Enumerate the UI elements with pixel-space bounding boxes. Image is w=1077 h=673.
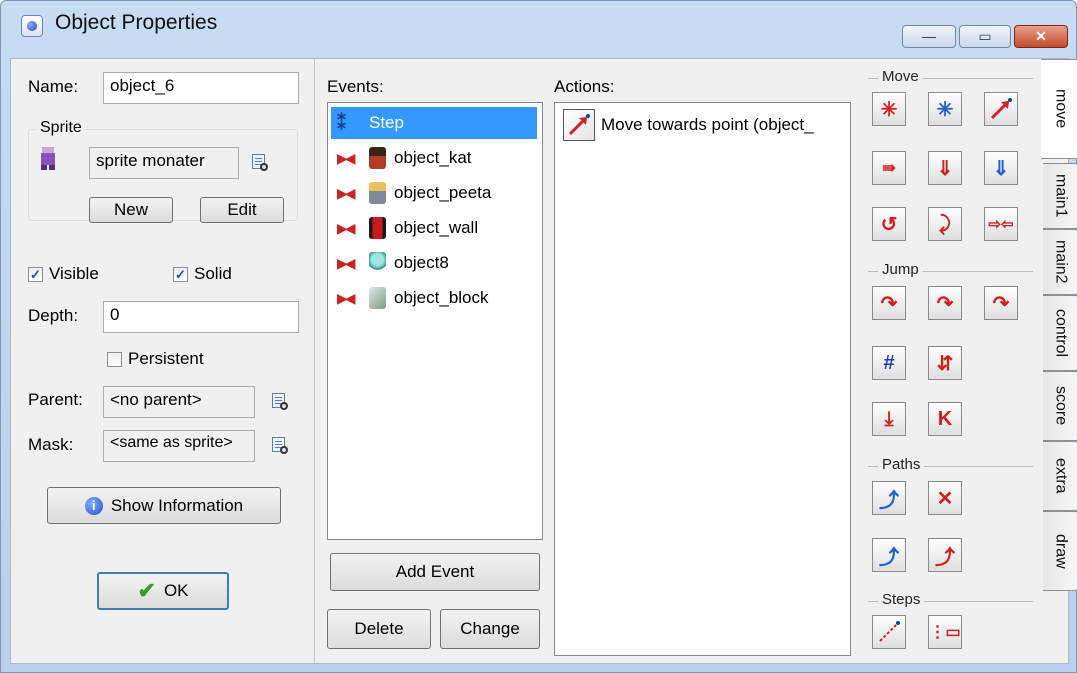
events-header: Events: [327, 77, 384, 96]
speed-vertical-icon[interactable]: ⇓ [928, 151, 962, 185]
delete-event-button[interactable]: Delete [327, 609, 431, 649]
peeta-sprite-icon [369, 182, 386, 204]
mask-browse-icon[interactable] [271, 436, 291, 456]
jump-section-label: Jump [878, 261, 923, 278]
parent-field[interactable]: <no parent> [103, 386, 255, 418]
info-icon: i [84, 496, 103, 515]
tab-draw[interactable]: draw [1043, 511, 1077, 591]
visible-check-icon: ✓ [28, 266, 43, 282]
align-to-grid-icon[interactable]: # [872, 346, 906, 380]
actions-list[interactable]: Move towards point (object_ [554, 102, 851, 656]
tab-control[interactable]: control [1043, 295, 1077, 371]
set-path-icon[interactable]: ⤴ [872, 481, 906, 515]
close-button[interactable]: ✕ [1014, 25, 1068, 48]
move-free-icon[interactable]: ✳ [928, 92, 962, 126]
dialog-body: Name: object_6 Sprite sprite monater New… [10, 58, 1077, 664]
move-towards-icon [563, 109, 595, 141]
jump-to-position-icon[interactable]: ↷ [872, 286, 906, 320]
tab-main2[interactable]: main2 [1043, 229, 1077, 295]
visible-checkbox[interactable]: ✓ Visible [28, 264, 99, 284]
path-speed-icon[interactable]: ⤴ [928, 538, 962, 572]
collision-icon: ▶◀ [337, 219, 356, 236]
event-item-object-peeta[interactable]: ▶◀ object_peeta [331, 177, 537, 209]
action-item-move-towards[interactable]: Move towards point (object_ [601, 115, 846, 135]
app-icon [21, 15, 43, 37]
jump-to-random-icon[interactable]: ↷ [984, 286, 1018, 320]
paths-section-label: Paths [878, 456, 925, 473]
event-item-step[interactable]: ⁑ Step [331, 107, 537, 139]
event-item-object-kat[interactable]: ▶◀ object_kat [331, 142, 537, 174]
persistent-check-icon [107, 351, 122, 367]
add-event-button[interactable]: Add Event [330, 553, 540, 591]
persistent-checkbox[interactable]: Persistent [107, 349, 204, 369]
parent-browse-icon[interactable] [271, 392, 291, 412]
wrap-screen-icon[interactable]: ⇵ [928, 346, 962, 380]
move-fixed-icon[interactable]: ✳ [872, 92, 906, 126]
block-sprite-icon [369, 287, 386, 309]
title-bar[interactable]: Object Properties — ▭ ✕ [1, 1, 1076, 51]
mask-field[interactable]: <same as sprite> [103, 430, 255, 462]
bounce-icon[interactable]: K [928, 402, 962, 436]
collision-icon: ▶◀ [337, 289, 356, 306]
set-friction-icon[interactable]: ⇨⇦ [984, 207, 1018, 241]
tab-score[interactable]: score [1043, 371, 1077, 441]
collision-icon: ▶◀ [337, 254, 356, 271]
event-item-object8[interactable]: ▶◀ object8 [331, 247, 537, 279]
event-item-object-block[interactable]: ▶◀ object_block [331, 282, 537, 314]
kat-sprite-icon [369, 147, 386, 169]
solid-checkbox[interactable]: ✓ Solid [173, 264, 232, 284]
wall-sprite-icon [369, 217, 386, 239]
depth-label: Depth: [28, 306, 79, 325]
checkmark-icon: ✔ [137, 578, 156, 603]
steps-section-label: Steps [878, 591, 925, 608]
panel-divider [314, 59, 315, 663]
parent-label: Parent: [28, 390, 83, 409]
end-path-icon[interactable]: ✕ [928, 481, 962, 515]
new-sprite-button[interactable]: New [89, 197, 173, 223]
reverse-horizontal-icon[interactable]: ↺ [872, 207, 906, 241]
name-label: Name: [28, 77, 79, 96]
tab-move[interactable]: move [1041, 59, 1077, 159]
change-event-button[interactable]: Change [440, 609, 540, 649]
path-position-icon[interactable]: ⤴ [872, 538, 906, 572]
move-to-contact-icon[interactable]: ⤓ [872, 402, 906, 436]
speed-horizontal-icon[interactable]: ⇛ [872, 151, 906, 185]
object-properties-window: Object Properties — ▭ ✕ Name: object_6 S… [0, 0, 1077, 673]
actions-header: Actions: [554, 77, 615, 96]
step-towards-icon[interactable] [872, 615, 906, 649]
step-avoiding-icon[interactable]: ⋮▭ [928, 615, 962, 649]
jump-to-start-icon[interactable]: ↷ [928, 286, 962, 320]
show-information-button[interactable]: i Show Information [47, 487, 281, 524]
mask-label: Mask: [28, 435, 74, 454]
edit-sprite-button[interactable]: Edit [200, 197, 284, 223]
sprite-browse-icon[interactable] [251, 153, 271, 173]
window-title: Object Properties [55, 11, 218, 34]
sprite-field[interactable]: sprite monater [89, 147, 239, 179]
name-input[interactable]: object_6 [103, 72, 299, 104]
minimize-button[interactable]: — [902, 25, 956, 48]
object8-sprite-icon [369, 252, 386, 274]
ok-button[interactable]: ✔ OK [97, 572, 229, 610]
set-gravity-icon[interactable]: ⇓ [984, 151, 1018, 185]
tab-main1[interactable]: main1 [1043, 163, 1077, 229]
collision-icon: ▶◀ [337, 149, 356, 166]
sprite-group-label: Sprite [37, 119, 85, 137]
step-icon: ⁑ [337, 112, 346, 133]
depth-input[interactable]: 0 [103, 301, 299, 333]
solid-check-icon: ✓ [173, 266, 188, 282]
move-section-label: Move [878, 68, 923, 85]
sprite-thumbnail-icon [39, 145, 59, 171]
collision-icon: ▶◀ [337, 184, 356, 201]
maximize-button[interactable]: ▭ [959, 25, 1011, 48]
events-list[interactable]: ⁑ Step ▶◀ object_kat ▶◀ object_peeta ▶◀ … [327, 102, 543, 540]
tab-extra[interactable]: extra [1043, 441, 1077, 511]
event-item-object-wall[interactable]: ▶◀ object_wall [331, 212, 537, 244]
move-towards-tool-icon[interactable] [984, 92, 1018, 126]
reverse-vertical-icon[interactable]: ⤸ [928, 207, 962, 241]
